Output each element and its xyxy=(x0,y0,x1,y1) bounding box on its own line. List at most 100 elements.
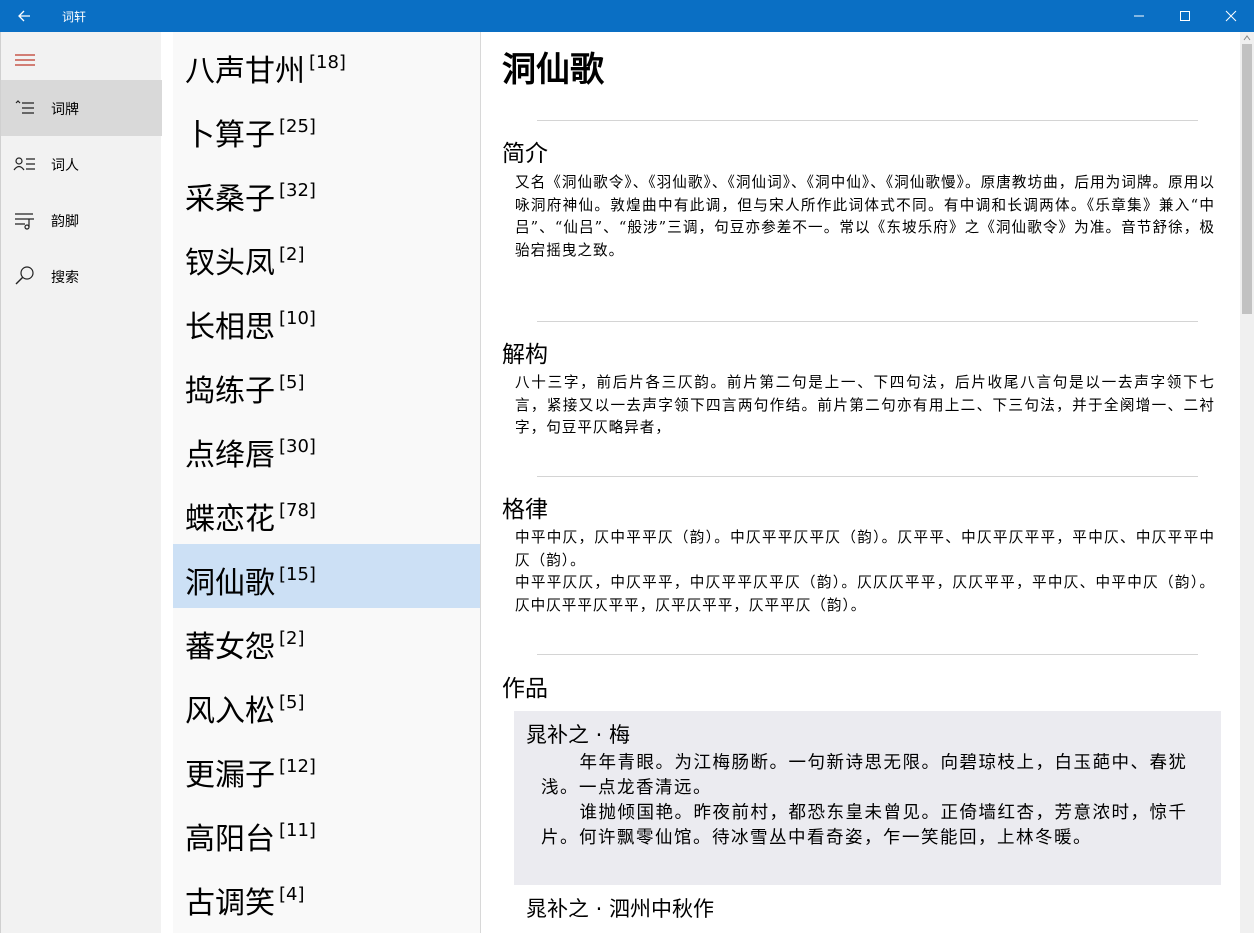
divider xyxy=(537,321,1198,322)
list-item-text: 捣练子 [5] xyxy=(185,367,305,410)
scrollbar-thumb[interactable] xyxy=(1242,44,1252,314)
list-item-name: 古调笑 xyxy=(185,886,275,921)
close-icon xyxy=(1225,10,1237,22)
work-card[interactable]: 晁补之 · 梅 年年青眼。为江梅肠断。一句新诗思无限。向碧琼枝上，白玉葩中、春犹… xyxy=(514,711,1221,885)
section-text-intro: 又名《洞仙歌令》、《羽仙歌》、《洞仙词》、《洞中仙》、《洞仙歌慢》。原唐教坊曲，… xyxy=(515,174,1215,259)
divider xyxy=(537,120,1198,121)
nav-item-label: 韵脚 xyxy=(51,214,79,230)
list-item[interactable]: 高阳台 [11] xyxy=(173,800,480,864)
work-text: 年年青眼。为江梅肠断。一句新诗思无限。向碧琼枝上，白玉葩中、春犹浅。一点龙香清远… xyxy=(541,751,1201,851)
list-item[interactable]: 蝶恋花 [78] xyxy=(173,480,480,544)
back-arrow-icon xyxy=(18,10,30,22)
list-item-selected[interactable]: 洞仙歌 [15] xyxy=(173,544,480,608)
list-item-name: 捣练子 xyxy=(185,374,275,409)
list-item-text: 蝶恋花 [78] xyxy=(185,495,316,538)
minimize-button[interactable] xyxy=(1116,0,1162,32)
scrollbar[interactable] xyxy=(1240,32,1254,933)
close-button[interactable] xyxy=(1208,0,1254,32)
list-item-text: 高阳台 [11] xyxy=(185,815,316,858)
people-list-icon xyxy=(13,157,35,171)
work-paragraph: 年年青眼。为江梅肠断。一句新诗思无限。向碧琼枝上，白玉葩中、春犹浅。一点龙香清远… xyxy=(541,753,1188,798)
list-item-text: 点绛唇 [30] xyxy=(185,431,316,474)
list-item-text: 长相思 [10] xyxy=(185,303,316,346)
list-item-name: 卜算子 xyxy=(185,118,275,153)
section-heading-works: 作品 xyxy=(502,676,548,702)
list-item[interactable]: 蕃女怨 [2] xyxy=(173,608,480,672)
list-item[interactable]: 采桑子 [32] xyxy=(173,160,480,224)
list-item[interactable]: 点绛唇 [30] xyxy=(173,416,480,480)
list-item[interactable]: 钗头凤 [2] xyxy=(173,224,480,288)
list-item[interactable]: 长相思 [10] xyxy=(173,288,480,352)
list-item-count: [18] xyxy=(309,52,346,73)
scroll-up-icon[interactable] xyxy=(1243,34,1251,42)
section-text-structure: 八十三字，前后片各三仄韵。前片第二句是上一、下四句法，后片收尾八言句是以一去声字… xyxy=(515,374,1215,436)
navigation-pane: 词牌 词人 韵脚 搜索 xyxy=(0,32,162,933)
section-heading-intro: 简介 xyxy=(502,141,548,167)
list-item-count: [15] xyxy=(279,564,316,585)
work-title[interactable]: 晁补之 · 泗州中秋作 xyxy=(526,893,714,923)
list-item-text: 卜算子 [25] xyxy=(185,111,316,154)
list-item-count: [5] xyxy=(279,372,305,393)
list-item[interactable]: 更漏子 [12] xyxy=(173,736,480,800)
list-item-name: 更漏子 xyxy=(185,758,275,793)
list-item-count: [30] xyxy=(279,436,316,457)
list-item[interactable]: 八声甘州 [18] xyxy=(173,32,480,96)
list-item[interactable]: 风入松 [5] xyxy=(173,672,480,736)
search-icon xyxy=(15,266,34,285)
meter-line-1: 中平中仄，仄中平平仄（韵）。中仄平平仄平仄（韵）。仄平平、中仄平仄平平，平中仄、… xyxy=(515,529,1215,569)
list-item-text: 古调笑 [4] xyxy=(185,879,305,922)
divider xyxy=(537,476,1198,477)
list-item-count: [11] xyxy=(279,820,316,841)
title-bar: 词轩 xyxy=(0,0,1254,32)
list-item-name: 八声甘州 xyxy=(185,54,305,89)
hamburger-icon xyxy=(15,54,35,66)
window-title: 词轩 xyxy=(62,10,87,24)
list-item-text: 洞仙歌 [15] xyxy=(185,559,316,602)
section-text-meter: 中平中仄，仄中平平仄（韵）。中仄平平仄平仄（韵）。仄平平、中仄平仄平平，平中仄、… xyxy=(515,527,1215,617)
list-item-name: 蕃女怨 xyxy=(185,630,275,665)
list-item-text: 钗头凤 [2] xyxy=(185,239,305,282)
back-button[interactable] xyxy=(10,4,38,28)
section-heading-structure: 解构 xyxy=(502,342,548,368)
detail-pane: 洞仙歌 简介 又名《洞仙歌令》、《羽仙歌》、《洞仙词》、《洞中仙》、《洞仙歌慢》… xyxy=(482,32,1240,933)
list-icon xyxy=(15,100,34,114)
list-item-name: 洞仙歌 xyxy=(185,566,275,601)
list-item-name: 点绛唇 xyxy=(185,438,275,473)
list-item-count: [25] xyxy=(279,116,316,137)
list-item-text: 采桑子 [32] xyxy=(185,175,316,218)
section-heading-meter: 格律 xyxy=(502,497,548,523)
divider xyxy=(537,654,1198,655)
list-item-text: 八声甘州 [18] xyxy=(185,47,346,90)
meter-line-2: 中平平仄仄，中仄平平，中仄平平仄平仄（韵）。仄仄仄平平，仄仄平平，平中仄、中平中… xyxy=(515,574,1215,614)
menu-button[interactable] xyxy=(13,50,39,70)
list-item-count: [32] xyxy=(279,180,316,201)
list-item-count: [2] xyxy=(279,244,305,265)
nav-item-cipai[interactable]: 词牌 xyxy=(1,80,162,136)
list-item-text: 风入松 [5] xyxy=(185,687,305,730)
list-item[interactable]: 卜算子 [25] xyxy=(173,96,480,160)
list-item-text: 更漏子 [12] xyxy=(185,751,316,794)
list-item-count: [2] xyxy=(279,628,305,649)
list-item-count: [78] xyxy=(279,500,316,521)
maximize-icon xyxy=(1180,11,1190,21)
list-item-count: [5] xyxy=(279,692,305,713)
nav-item-label: 词人 xyxy=(51,158,79,174)
list-item-name: 蝶恋花 xyxy=(185,502,275,537)
nav-item-label: 词牌 xyxy=(51,102,79,118)
list-item-name: 高阳台 xyxy=(185,822,275,857)
nav-item-ciren[interactable]: 词人 xyxy=(1,136,162,192)
minimize-icon xyxy=(1134,15,1144,17)
list-item[interactable]: 捣练子 [5] xyxy=(173,352,480,416)
maximize-button[interactable] xyxy=(1162,0,1208,32)
music-list-icon xyxy=(15,213,34,230)
page-title: 洞仙歌 xyxy=(502,50,604,90)
list-item-text: 蕃女怨 [2] xyxy=(185,623,305,666)
list-item-count: [10] xyxy=(279,308,316,329)
list-item-count: [12] xyxy=(279,756,316,777)
nav-item-yunjiao[interactable]: 韵脚 xyxy=(1,192,162,248)
cipai-list: 八声甘州 [18] 卜算子 [25] 采桑子 [32] 钗头凤 [2] 长相思 [10] … xyxy=(173,32,481,933)
list-item-count: [4] xyxy=(279,884,305,905)
nav-item-label: 搜索 xyxy=(51,270,79,286)
nav-item-search[interactable]: 搜索 xyxy=(1,248,162,304)
list-item[interactable]: 古调笑 [4] xyxy=(173,864,480,928)
